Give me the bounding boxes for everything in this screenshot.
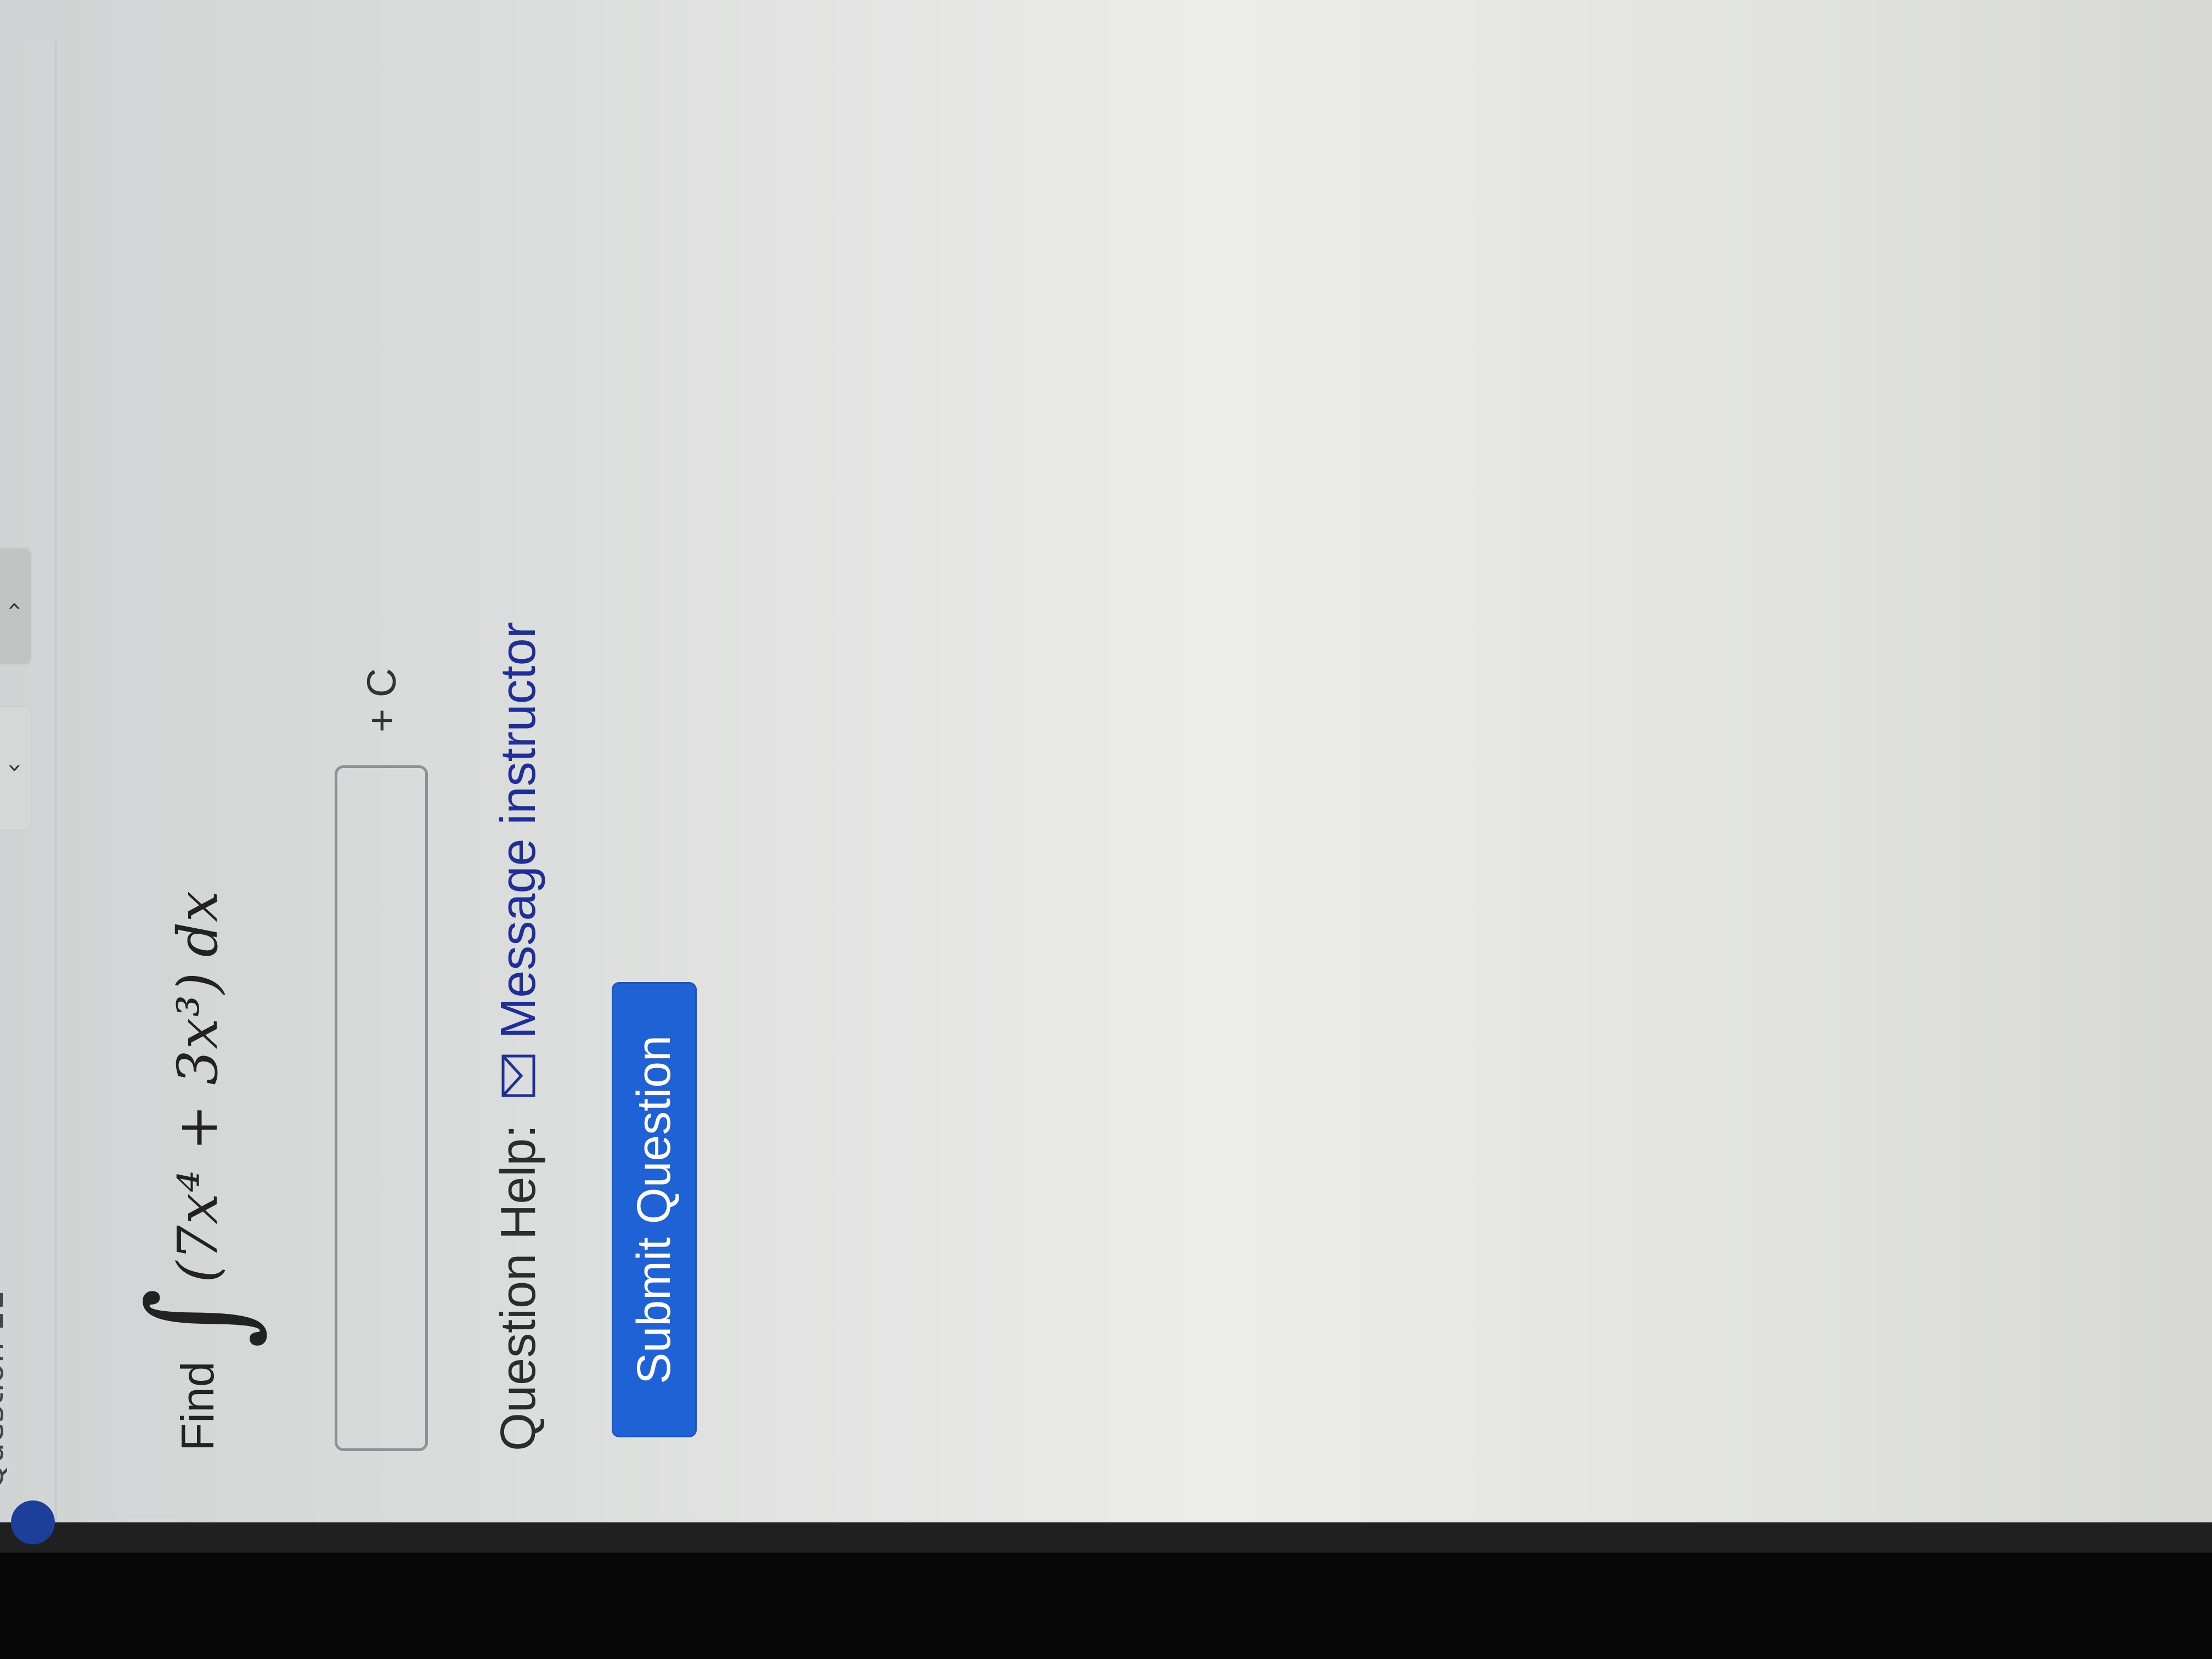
answer-input[interactable] xyxy=(335,765,428,1451)
question-status-dot xyxy=(11,1500,55,1544)
chevron-right-icon: › xyxy=(0,601,27,611)
chevron-left-icon: ‹ xyxy=(0,763,27,773)
question-help-label: Question Help: xyxy=(490,1124,546,1451)
integral-sign: ∫ xyxy=(120,1288,275,1348)
next-question-button[interactable]: › xyxy=(0,546,33,667)
integrand: (7x⁴ + 3x³) xyxy=(165,971,230,1283)
previous-question-button[interactable]: ‹ xyxy=(0,705,33,831)
submit-question-button[interactable]: Submit Question xyxy=(612,982,697,1437)
question-label: Question 11 xyxy=(0,1290,11,1489)
question-page: Question 11 ‹ › Find ∫ (7x⁴ + 3x³) dx + … xyxy=(0,0,878,1544)
mail-icon[interactable] xyxy=(501,1054,535,1097)
screen-bezel xyxy=(0,1553,2212,1659)
differential: dx xyxy=(165,891,230,957)
question-help: Question Help: Message instructor xyxy=(483,622,554,1451)
problem-statement: Find ∫ (7x⁴ + 3x³) dx xyxy=(120,891,275,1451)
screen-bezel-edge xyxy=(0,1522,2212,1553)
answer-row: + C xyxy=(329,668,433,1451)
message-instructor-link[interactable]: Message instructor xyxy=(490,622,547,1039)
find-label: Find xyxy=(171,1361,223,1451)
constant-of-integration-label: + C xyxy=(358,668,404,732)
question-header: Question 11 ‹ › xyxy=(0,41,57,1544)
